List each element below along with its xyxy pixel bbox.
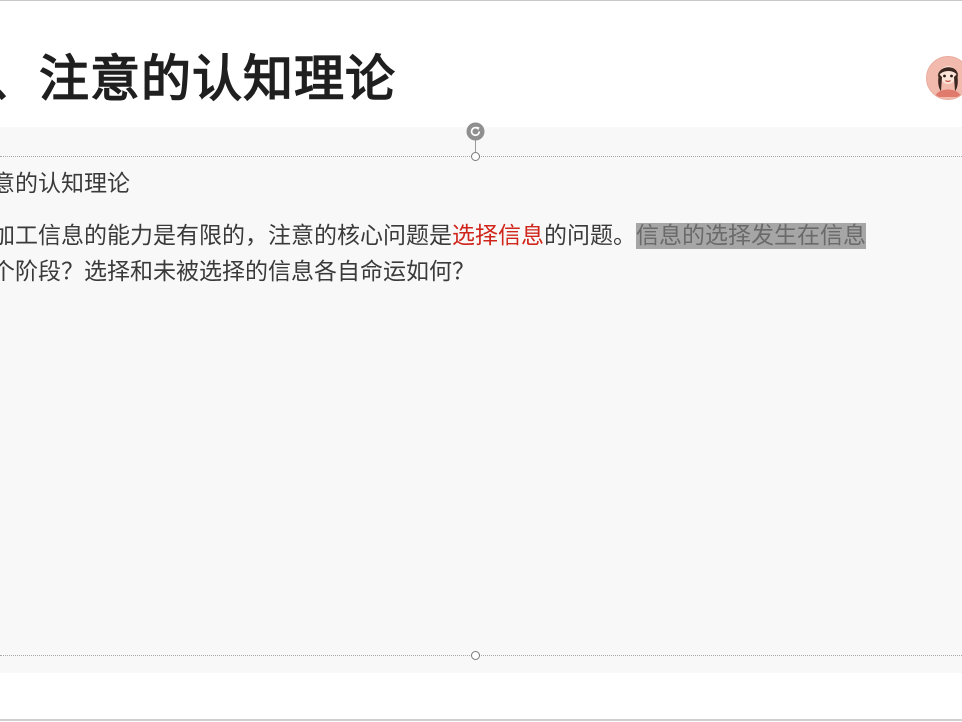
window-bottom-border	[0, 719, 962, 721]
text-box-top-border	[0, 156, 962, 157]
subheading: 意的认知理论	[0, 171, 130, 197]
body-paragraph: 加工信息的能力是有限的，注意的核心问题是选择信息的问题。信息的选择发生在信息 个…	[0, 218, 962, 290]
text-box-content[interactable]: 意的认知理论 加工信息的能力是有限的，注意的核心问题是选择信息的问题。信息的选择…	[0, 166, 962, 290]
line1-text: 加工信息的能力是有限的，注意的核心问题是	[0, 223, 452, 249]
emphasis-text: 选择信息	[452, 223, 544, 249]
window-top-border	[0, 0, 962, 1]
resize-handle-bottom[interactable]	[471, 651, 480, 660]
rotate-handle-icon[interactable]	[466, 122, 485, 141]
text-box-bottom-border	[0, 655, 962, 656]
paragraph-line-2: 个阶段？选择和未被选择的信息各自命运如何？	[0, 259, 475, 285]
avatar-icon	[927, 57, 962, 99]
line1-text-after: 的问题。	[544, 223, 636, 249]
resize-handle-top[interactable]	[471, 152, 480, 161]
slide-title[interactable]: 、注意的认知理论	[0, 47, 396, 111]
paragraph-line-1: 加工信息的能力是有限的，注意的核心问题是选择信息的问题。信息的选择发生在信息	[0, 218, 962, 254]
selected-text[interactable]: 信息的选择发生在信息	[636, 223, 866, 249]
presenter-avatar	[926, 56, 962, 100]
